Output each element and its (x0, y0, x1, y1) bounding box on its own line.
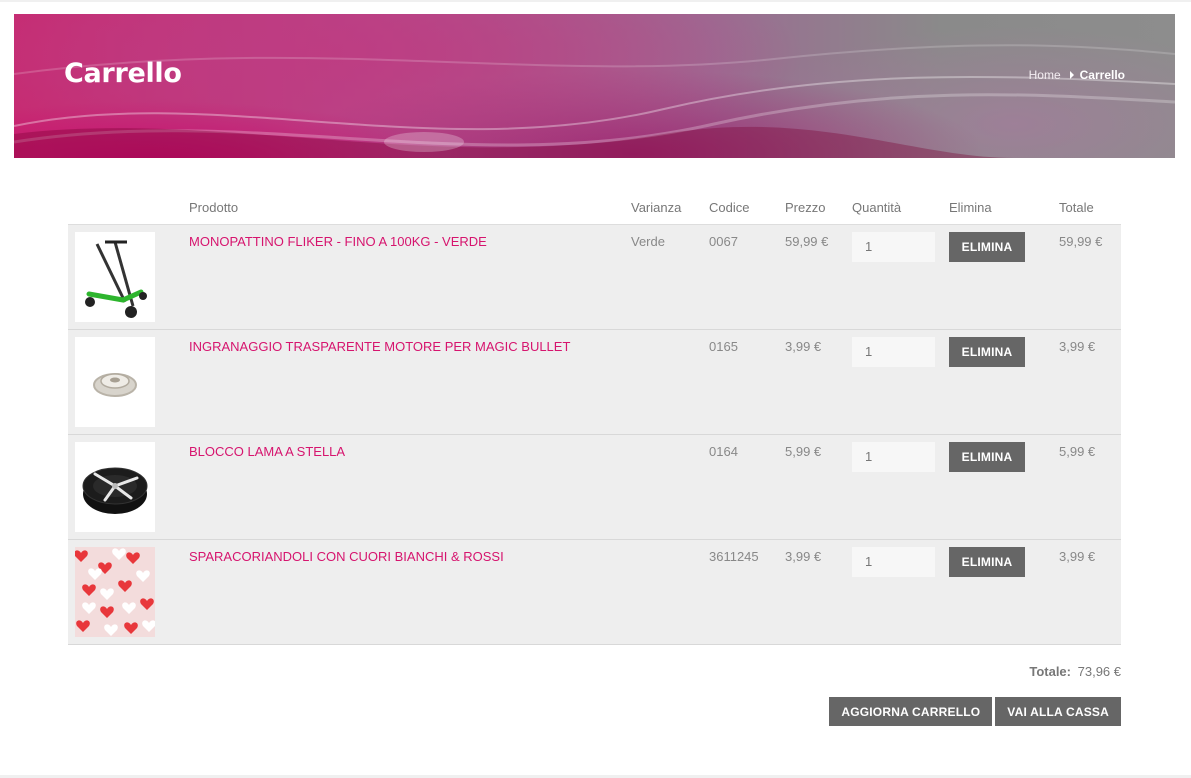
cart-total-value: 73,96 € (1077, 664, 1121, 679)
cart-table-header: Prodotto Varianza Codice Prezzo Quantità… (68, 192, 1121, 225)
cart-actions: AGGIORNA CARRELLO VAI ALLA CASSA (829, 697, 1121, 726)
product-price: 5,99 € (785, 434, 852, 540)
product-total: 5,99 € (1059, 434, 1121, 540)
product-link[interactable]: MONOPATTINO FLIKER - FINO A 100KG - VERD… (189, 234, 487, 249)
quantity-input[interactable] (852, 231, 935, 262)
breadcrumb-home-link[interactable]: Home (1029, 68, 1061, 82)
cart-table: Prodotto Varianza Codice Prezzo Quantità… (68, 192, 1121, 645)
table-row: BLOCCO LAMA A STELLA 0164 5,99 € ELIMINA… (68, 434, 1121, 540)
header-variant: Varianza (631, 192, 709, 225)
header-delete: Elimina (949, 192, 1059, 225)
page-title: Carrello (64, 58, 182, 89)
header-total: Totale (1059, 192, 1121, 225)
quantity-input[interactable] (852, 336, 935, 367)
gear-image[interactable] (75, 336, 155, 427)
update-cart-button[interactable]: AGGIORNA CARRELLO (829, 697, 993, 726)
breadcrumb-separator-icon (1069, 71, 1074, 79)
table-row: INGRANAGGIO TRASPARENTE MOTORE PER MAGIC… (68, 329, 1121, 435)
header-product: Prodotto (189, 192, 631, 225)
header-image (68, 192, 189, 225)
product-price: 59,99 € (785, 224, 852, 330)
quantity-input[interactable] (852, 441, 935, 472)
product-total: 3,99 € (1059, 539, 1121, 645)
banner-waves (14, 44, 1175, 158)
table-row: MONOPATTINO FLIKER - FINO A 100KG - VERD… (68, 224, 1121, 330)
product-link[interactable]: INGRANAGGIO TRASPARENTE MOTORE PER MAGIC… (189, 339, 570, 354)
product-link[interactable]: BLOCCO LAMA A STELLA (189, 444, 345, 459)
delete-button[interactable]: ELIMINA (949, 546, 1025, 577)
product-price: 3,99 € (785, 329, 852, 435)
quantity-input[interactable] (852, 546, 935, 577)
header-code: Codice (709, 192, 785, 225)
blade-image[interactable] (75, 441, 155, 532)
header-price: Prezzo (785, 192, 852, 225)
product-code: 3611245 (709, 539, 785, 645)
cart-total: Totale: 73,96 € (1029, 664, 1121, 679)
product-variant (631, 434, 709, 540)
product-price: 3,99 € (785, 539, 852, 645)
breadcrumb: Home Carrello (1029, 68, 1125, 82)
page-banner: Carrello Home Carrello (14, 14, 1175, 158)
cart-total-label: Totale: (1029, 664, 1071, 679)
header-quantity: Quantità (852, 192, 949, 225)
product-variant (631, 539, 709, 645)
product-code: 0165 (709, 329, 785, 435)
product-variant: Verde (631, 224, 709, 330)
product-code: 0164 (709, 434, 785, 540)
delete-button[interactable]: ELIMINA (949, 231, 1025, 262)
hearts-confetti-image[interactable] (75, 546, 155, 637)
product-link[interactable]: SPARACORIANDOLI CON CUORI BIANCHI & ROSS… (189, 549, 504, 564)
checkout-button[interactable]: VAI ALLA CASSA (995, 697, 1121, 726)
top-border (0, 0, 1191, 2)
table-row: SPARACORIANDOLI CON CUORI BIANCHI & ROSS… (68, 539, 1121, 645)
breadcrumb-current: Carrello (1079, 68, 1125, 82)
product-code: 0067 (709, 224, 785, 330)
product-total: 3,99 € (1059, 329, 1121, 435)
delete-button[interactable]: ELIMINA (949, 336, 1025, 367)
product-total: 59,99 € (1059, 224, 1121, 330)
scooter-image[interactable] (75, 231, 155, 322)
delete-button[interactable]: ELIMINA (949, 441, 1025, 472)
product-variant (631, 329, 709, 435)
